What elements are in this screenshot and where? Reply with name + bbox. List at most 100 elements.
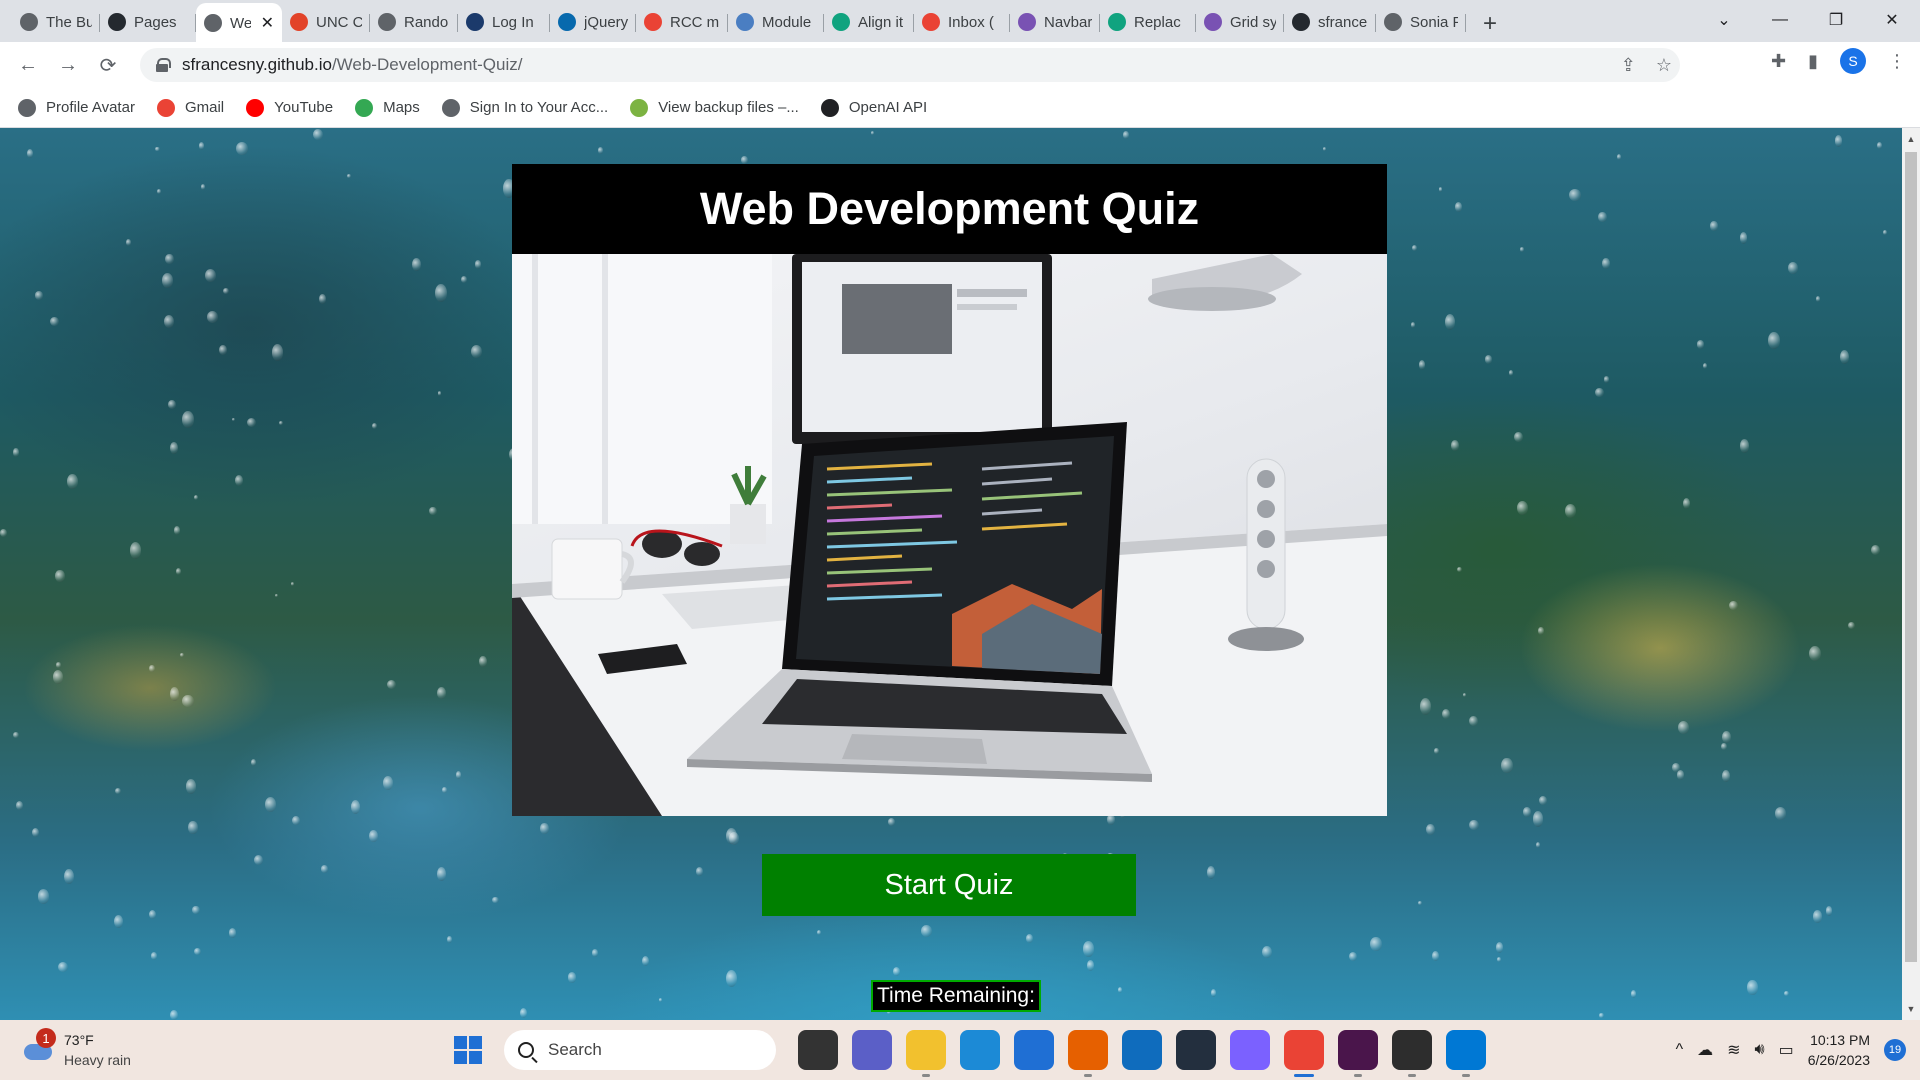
menu-icon[interactable]: ⋮: [1888, 51, 1906, 72]
copilot-icon[interactable]: [1230, 1030, 1270, 1070]
browser-tab[interactable]: UNC C: [282, 5, 370, 39]
raindrop: [50, 317, 59, 327]
edge-icon[interactable]: [960, 1030, 1000, 1070]
scrollbar-thumb[interactable]: [1905, 152, 1917, 962]
mail-icon[interactable]: [1122, 1030, 1162, 1070]
clock[interactable]: 10:13 PM 6/26/2023: [1808, 1030, 1870, 1070]
browser-tab[interactable]: Align it: [824, 5, 914, 39]
bookmark-item[interactable]: Sign In to Your Acc...: [441, 98, 608, 117]
raindrop: [1815, 296, 1820, 302]
browser-tab[interactable]: Log In: [458, 5, 550, 39]
close-tab-icon[interactable]: ✕: [261, 13, 274, 33]
raindrop: [149, 910, 157, 920]
address-bar[interactable]: sfrancesny.github.io/Web-Development-Qui…: [140, 48, 1680, 82]
bookmark-star-icon[interactable]: ☆: [1656, 55, 1672, 76]
bookmark-item[interactable]: YouTube: [246, 98, 333, 117]
start-quiz-button[interactable]: Start Quiz: [762, 854, 1136, 916]
browser-toolbar: ← → ⟳ sfrancesny.github.io/Web-Developme…: [0, 42, 1920, 88]
raindrop: [437, 391, 442, 396]
scroll-up-icon[interactable]: ▲: [1902, 130, 1920, 148]
search-label: Search: [548, 1040, 602, 1059]
browser-tab[interactable]: Grid sy: [1196, 5, 1284, 39]
store-icon[interactable]: [1014, 1030, 1054, 1070]
tab-title: Inbox (: [948, 13, 994, 31]
tab-favicon-icon: [108, 13, 126, 31]
bookmark-item[interactable]: View backup files –...: [630, 98, 799, 117]
raindrop: [1444, 313, 1456, 331]
browser-tab[interactable]: Module: [728, 5, 824, 39]
back-icon[interactable]: ←: [8, 45, 48, 85]
firefox-icon[interactable]: [1068, 1030, 1108, 1077]
teams-chat-icon[interactable]: [852, 1030, 892, 1070]
raindrop: [1438, 187, 1443, 193]
share-icon[interactable]: ⇪: [1621, 55, 1636, 76]
scroll-down-icon[interactable]: ▼: [1902, 1000, 1920, 1018]
raindrop: [598, 147, 604, 154]
raindrop: [1595, 388, 1604, 398]
bookmark-label: Gmail: [184, 99, 225, 116]
reload-icon[interactable]: ⟳: [88, 45, 128, 85]
browser-tab[interactable]: The Bu: [12, 5, 100, 39]
browser-tab[interactable]: jQuery: [550, 5, 636, 39]
browser-tab[interactable]: Sonia F: [1376, 5, 1466, 39]
tab-search-icon[interactable]: ⌄: [1696, 10, 1752, 30]
wifi-icon[interactable]: ≋: [1727, 1040, 1740, 1060]
page-scrollbar[interactable]: ▲ ▼: [1902, 128, 1920, 1020]
laptop-desk-illustration: [512, 254, 1387, 816]
tray-chevron-icon[interactable]: ^: [1676, 1041, 1684, 1059]
chrome-icon[interactable]: [1284, 1030, 1324, 1077]
amazon-icon[interactable]: [1176, 1030, 1216, 1070]
new-tab-button[interactable]: +: [1472, 6, 1508, 42]
forward-icon[interactable]: →: [48, 45, 88, 85]
battery-icon[interactable]: ▭: [1779, 1040, 1794, 1060]
side-panel-icon[interactable]: ▮: [1808, 51, 1818, 72]
browser-tab[interactable]: Navbar: [1010, 5, 1100, 39]
raindrop: [1677, 720, 1690, 735]
raindrop: [1676, 770, 1685, 780]
raindrop: [1370, 936, 1383, 951]
browser-tab[interactable]: sfrance: [1284, 5, 1376, 39]
minimize-icon[interactable]: —: [1752, 11, 1808, 29]
tab-title: sfrance: [1318, 13, 1368, 31]
tab-title: Sonia F: [1410, 13, 1458, 31]
raindrop: [695, 866, 703, 876]
browser-tab[interactable]: Inbox (: [914, 5, 1010, 39]
browser-tab[interactable]: Rando: [370, 5, 458, 39]
weather-widget[interactable]: 1 73°F Heavy rain: [22, 1028, 131, 1070]
raindrop: [411, 257, 421, 272]
taskbar-search[interactable]: Search: [504, 1030, 776, 1070]
raindrop: [1086, 960, 1095, 972]
maps-icon: [355, 98, 374, 117]
extensions-icon[interactable]: ✚: [1771, 51, 1786, 72]
browser-tab[interactable]: We ✕: [196, 3, 282, 43]
slack-icon[interactable]: [1338, 1030, 1378, 1077]
restore-icon[interactable]: ❐: [1808, 10, 1864, 30]
raindrop: [446, 936, 452, 944]
volume-icon[interactable]: 🔊︎: [1754, 1041, 1764, 1059]
bookmark-item[interactable]: Gmail: [156, 98, 225, 117]
notification-badge[interactable]: 19: [1884, 1039, 1906, 1061]
close-window-icon[interactable]: ✕: [1864, 10, 1920, 30]
bookmark-item[interactable]: Profile Avatar: [18, 98, 135, 117]
raindrop: [1739, 232, 1748, 244]
raindrop: [1508, 370, 1513, 376]
task-view-icon[interactable]: [798, 1030, 838, 1070]
raindrop: [1495, 942, 1504, 953]
browser-tab[interactable]: RCC m: [636, 5, 728, 39]
onedrive-icon[interactable]: ☁: [1697, 1040, 1713, 1060]
raindrop: [272, 344, 284, 361]
lock-icon[interactable]: [156, 58, 171, 72]
terminal-icon[interactable]: [1392, 1030, 1432, 1077]
start-menu-icon[interactable]: [446, 1028, 490, 1072]
profile-avatar[interactable]: S: [1840, 48, 1866, 74]
bookmark-item[interactable]: OpenAI API: [820, 98, 927, 117]
tab-favicon-icon: [1018, 13, 1036, 31]
raindrop: [1839, 349, 1850, 364]
raindrop: [192, 905, 201, 915]
bookmark-item[interactable]: Maps: [355, 98, 420, 117]
file-explorer-icon[interactable]: [906, 1030, 946, 1077]
browser-tab[interactable]: Pages: [100, 5, 196, 39]
raindrop: [1411, 322, 1416, 328]
vscode-icon[interactable]: [1446, 1030, 1486, 1077]
browser-tab[interactable]: Replac: [1100, 5, 1196, 39]
